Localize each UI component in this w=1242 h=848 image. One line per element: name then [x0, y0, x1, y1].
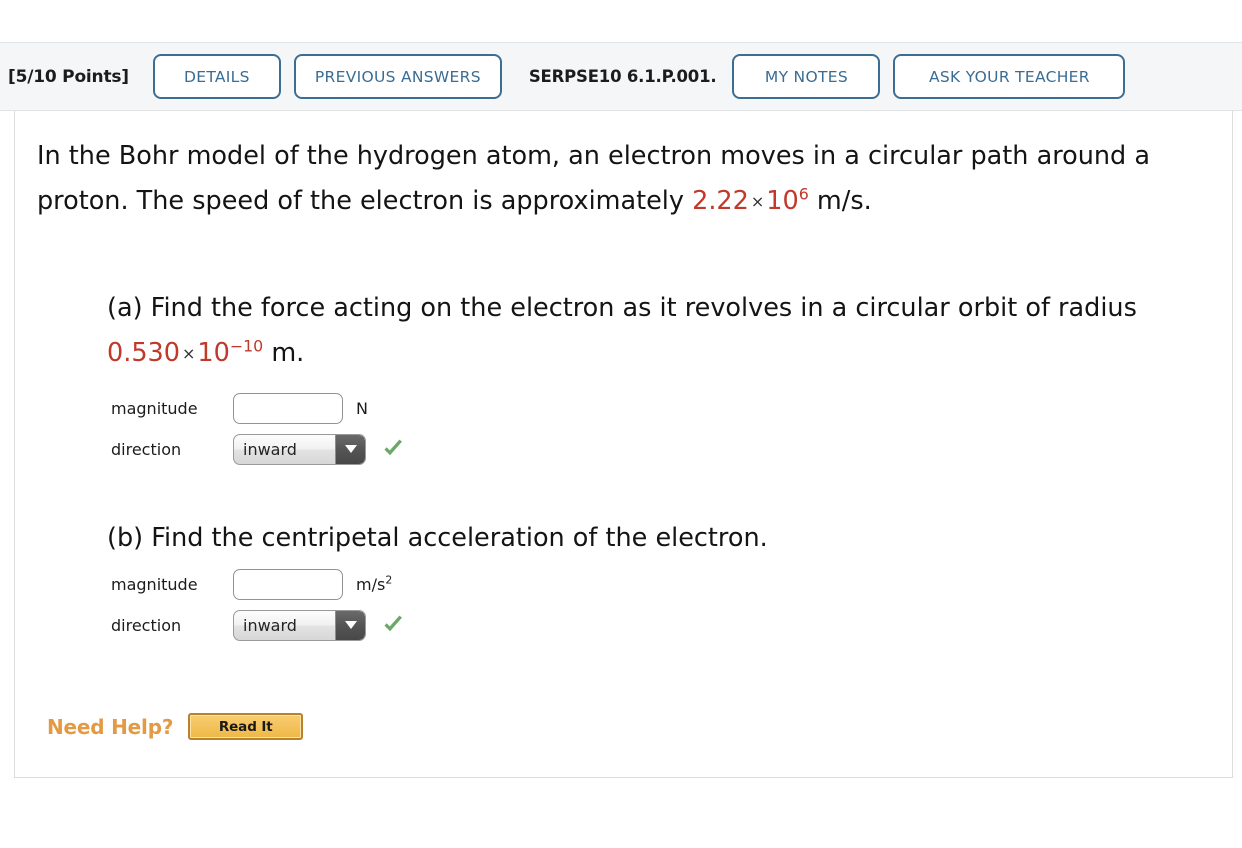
radius-exponent: −10 — [229, 336, 264, 356]
part-b-direction-row: direction inward — [111, 605, 406, 645]
chevron-down-icon[interactable] — [335, 434, 365, 464]
speed-exponent: 6 — [798, 184, 809, 204]
radius-multiply-sign: × — [182, 344, 196, 363]
question-stem: In the Bohr model of the hydrogen atom, … — [37, 134, 1197, 224]
question-page: [5/10 Points] DETAILS PREVIOUS ANSWERS S… — [0, 0, 1242, 848]
part-b-magnitude-unit: m/s2 — [356, 573, 393, 594]
part-b-direction-label: direction — [111, 615, 182, 635]
question-header-bar: [5/10 Points] DETAILS PREVIOUS ANSWERS S… — [0, 42, 1242, 111]
part-a-unit-text: N — [356, 398, 368, 418]
part-b-unit-text: m/s — [356, 574, 386, 594]
read-it-button[interactable]: Read It — [188, 713, 304, 740]
speed-multiply-sign: × — [750, 192, 765, 211]
part-a-magnitude-row: magnitude N — [111, 388, 406, 428]
part-b-magnitude-row: magnitude m/s2 — [111, 564, 406, 604]
part-b-correct-check-icon — [380, 612, 406, 638]
previous-answers-button[interactable]: PREVIOUS ANSWERS — [293, 54, 502, 99]
part-a-text: (a) Find the force acting on the electro… — [107, 286, 1207, 376]
chevron-down-icon[interactable] — [335, 610, 365, 640]
part-a-correct-check-icon — [380, 436, 406, 462]
part-b-direction-select[interactable]: inward — [233, 609, 366, 641]
question-body-panel: In the Bohr model of the hydrogen atom, … — [14, 111, 1233, 778]
stem-text: In the Bohr model of the hydrogen atom, … — [37, 141, 1150, 216]
radius-base: 10 — [197, 338, 230, 368]
part-b-text: (b) Find the centripetal acceleration of… — [107, 523, 768, 553]
part-b-answer-block: magnitude m/s2 direction inward — [111, 564, 406, 645]
part-b-unit-exponent: 2 — [385, 573, 393, 587]
speed-unit: m/s. — [808, 186, 872, 216]
need-help-label: Need Help? — [47, 714, 174, 739]
part-b-magnitude-label: magnitude — [111, 574, 198, 594]
part-a-direction-select[interactable]: inward — [233, 433, 366, 465]
part-a-direction-value: inward — [243, 439, 297, 459]
speed-value: 2.22 — [692, 186, 749, 216]
part-a-magnitude-input[interactable] — [233, 392, 343, 424]
part-b-magnitude-input[interactable] — [233, 568, 343, 600]
points-indicator: [5/10 Points] — [8, 66, 129, 87]
radius-unit: m. — [263, 338, 305, 368]
ask-your-teacher-button[interactable]: ASK YOUR TEACHER — [893, 54, 1126, 99]
radius-value: 0.530 — [107, 338, 181, 368]
need-help-section: Need Help? Read It — [47, 713, 304, 740]
part-a-direction-label: direction — [111, 439, 182, 459]
part-a-prompt: (a) Find the force acting on the electro… — [107, 293, 1137, 323]
question-code-label: SERPSE10 6.1.P.001. — [528, 67, 717, 86]
part-b-direction-value: inward — [243, 615, 297, 635]
speed-base: 10 — [766, 186, 799, 216]
details-button[interactable]: DETAILS — [152, 54, 281, 99]
part-a-direction-row: direction inward — [111, 429, 406, 469]
part-a-magnitude-unit: N — [356, 399, 368, 418]
my-notes-button[interactable]: MY NOTES — [732, 54, 881, 99]
part-a-magnitude-label: magnitude — [111, 398, 198, 418]
part-a-answer-block: magnitude N direction inward — [111, 388, 406, 469]
